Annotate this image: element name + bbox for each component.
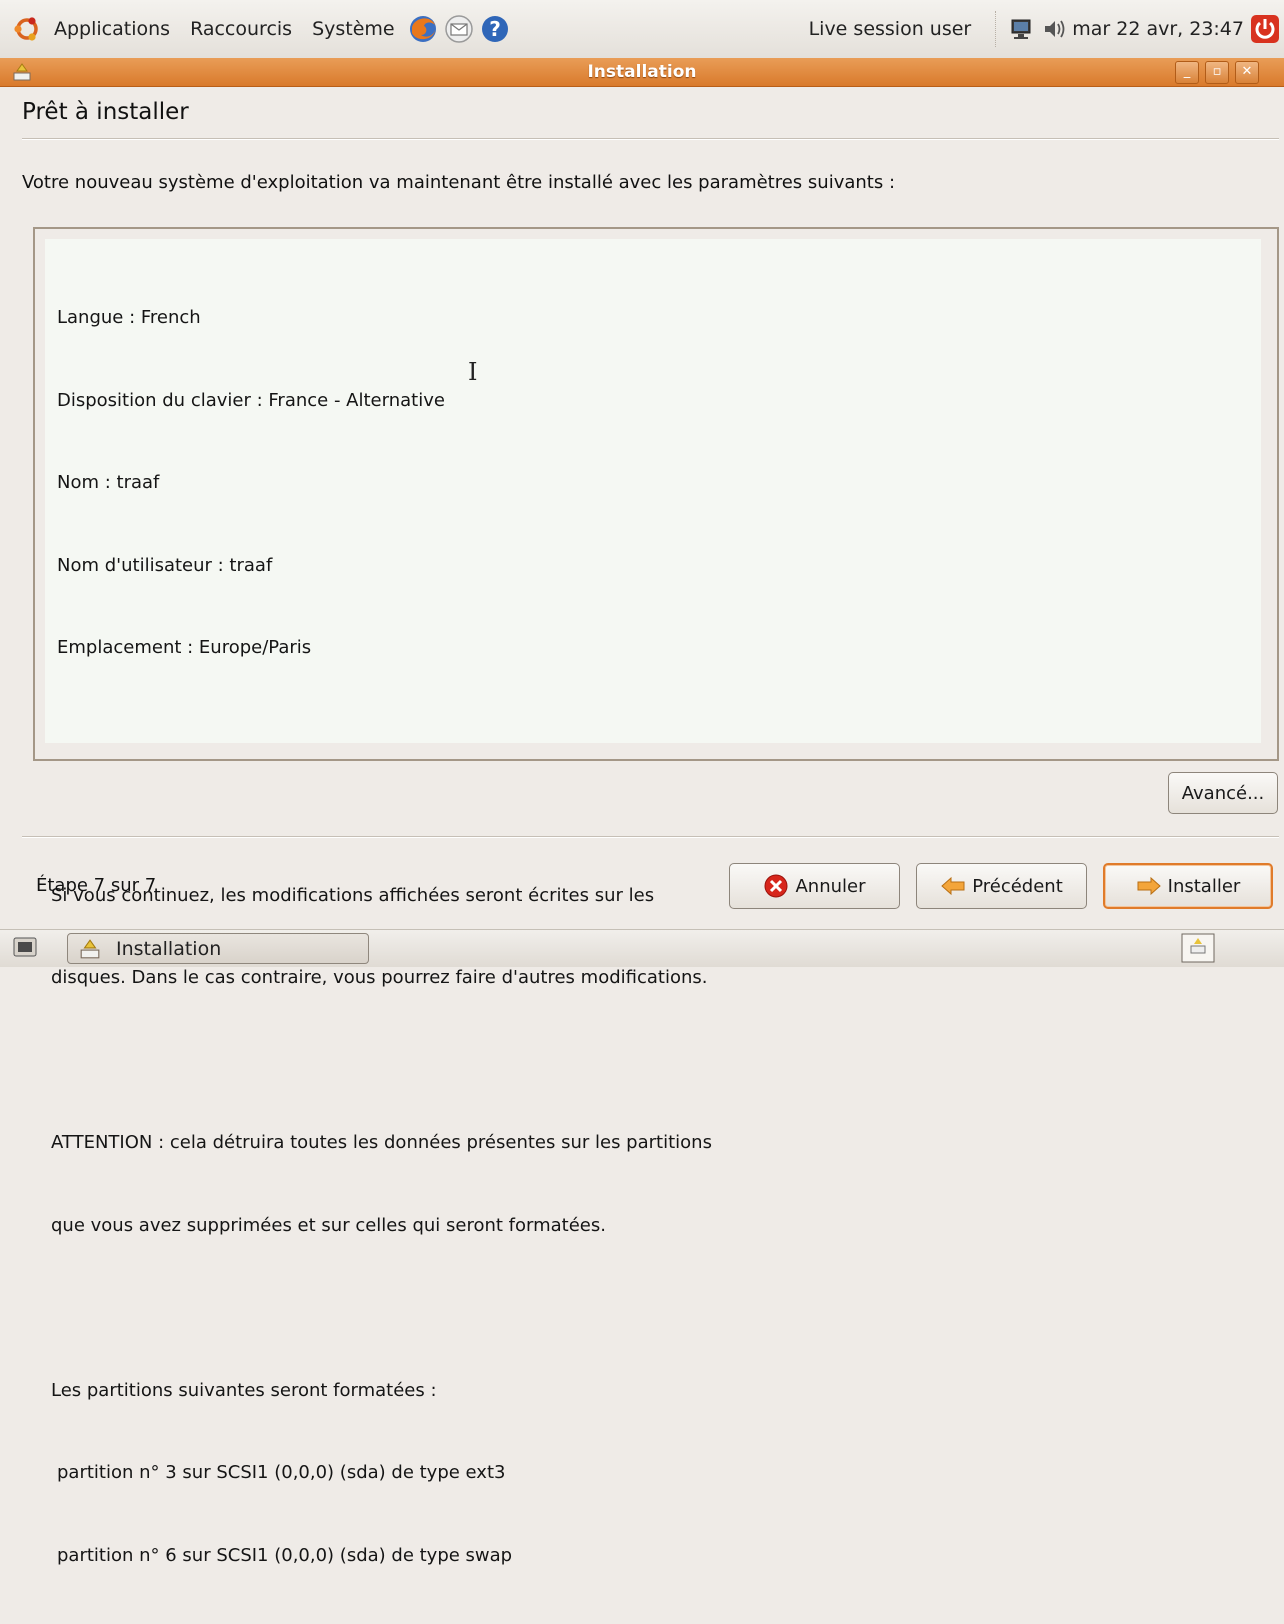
text-cursor-icon: I bbox=[468, 358, 478, 386]
close-button[interactable]: ✕ bbox=[1235, 61, 1259, 84]
summary-line: Les partitions suivantes seront formatée… bbox=[51, 1379, 437, 1401]
summary-line: Emplacement : Europe/Paris bbox=[57, 637, 312, 658]
minimize-button[interactable]: _ bbox=[1175, 61, 1199, 84]
summary-line: disques. Dans le cas contraire, vous pou… bbox=[51, 967, 708, 988]
summary-frame: Langue : French Disposition du clavier :… bbox=[33, 227, 1279, 1566]
ubuntu-logo-icon[interactable] bbox=[12, 14, 42, 44]
maximize-icon: ▫ bbox=[1212, 64, 1222, 79]
power-icon[interactable] bbox=[1250, 14, 1280, 44]
svg-text:?: ? bbox=[489, 17, 501, 41]
mail-launcher-icon[interactable] bbox=[443, 13, 475, 45]
installer-task-icon bbox=[80, 938, 100, 958]
window-titlebar[interactable]: Installation _ ▫ ✕ bbox=[0, 58, 1284, 87]
footer-divider bbox=[22, 836, 1279, 838]
menu-raccourcis[interactable]: Raccourcis bbox=[180, 18, 302, 40]
arrow-left-icon bbox=[941, 876, 965, 896]
summary-line: que vous avez supprimées et sur celles q… bbox=[51, 1214, 606, 1236]
panel-separator bbox=[995, 11, 998, 47]
menu-systeme[interactable]: Système bbox=[302, 18, 405, 40]
help-launcher-icon[interactable]: ? bbox=[479, 13, 511, 45]
advanced-button-label: Avancé... bbox=[1181, 782, 1265, 804]
window-title: Installation bbox=[587, 62, 697, 82]
summary-textview[interactable]: Langue : French Disposition du clavier :… bbox=[45, 239, 1261, 1566]
summary-line bbox=[51, 1047, 1261, 1075]
previous-button[interactable]: Précédent bbox=[916, 863, 1087, 909]
clock[interactable]: mar 22 avr, 23:47 bbox=[1068, 18, 1250, 40]
summary-line bbox=[51, 1294, 1261, 1322]
menu-applications[interactable]: Applications bbox=[44, 18, 180, 40]
volume-icon[interactable] bbox=[1042, 16, 1068, 42]
summary-line: Nom : traaf bbox=[57, 472, 160, 493]
summary-line: Disposition du clavier : France - Altern… bbox=[57, 389, 445, 411]
summary-line: partition n° 6 sur SCSI1 (0,0,0) (sda) d… bbox=[57, 1544, 513, 1566]
install-button-label: Installer bbox=[1167, 875, 1241, 897]
heading-divider bbox=[22, 138, 1279, 140]
network-icon[interactable] bbox=[1008, 16, 1034, 42]
top-panel: Applications Raccourcis Système ? Live s… bbox=[0, 0, 1284, 59]
show-desktop-icon[interactable] bbox=[12, 935, 38, 961]
close-icon: ✕ bbox=[1241, 64, 1253, 79]
cancel-button[interactable]: Annuler bbox=[729, 863, 900, 909]
summary-line bbox=[51, 717, 1261, 745]
session-user-label[interactable]: Live session user bbox=[809, 18, 986, 40]
cancel-button-label: Annuler bbox=[795, 875, 866, 897]
summary-line: ATTENTION : cela détruira toutes les don… bbox=[51, 1132, 712, 1153]
summary-line bbox=[51, 799, 1261, 827]
summary-line: Nom d'utilisateur : traaf bbox=[57, 554, 273, 576]
intro-text: Votre nouveau système d'exploitation va … bbox=[22, 172, 896, 193]
bottom-panel: Installation bbox=[0, 929, 1284, 967]
summary-line: Langue : French bbox=[57, 307, 201, 328]
maximize-button[interactable]: ▫ bbox=[1205, 61, 1229, 84]
summary-line: partition n° 3 sur SCSI1 (0,0,0) (sda) d… bbox=[57, 1462, 506, 1483]
install-button[interactable]: Installer bbox=[1103, 863, 1273, 909]
workspace-switcher-icon[interactable] bbox=[1181, 933, 1215, 963]
minimize-icon: _ bbox=[1183, 64, 1191, 79]
cancel-icon bbox=[764, 874, 788, 898]
arrow-right-icon bbox=[1137, 876, 1161, 896]
firefox-launcher-icon[interactable] bbox=[407, 13, 439, 45]
page-title: Prêt à installer bbox=[22, 99, 189, 125]
previous-button-label: Précédent bbox=[972, 875, 1063, 897]
taskbar-installation-button[interactable]: Installation bbox=[67, 933, 369, 964]
advanced-button[interactable]: Avancé... bbox=[1168, 772, 1278, 814]
step-indicator: Étape 7 sur 7 bbox=[36, 875, 157, 896]
taskbar-label: Installation bbox=[116, 937, 222, 960]
